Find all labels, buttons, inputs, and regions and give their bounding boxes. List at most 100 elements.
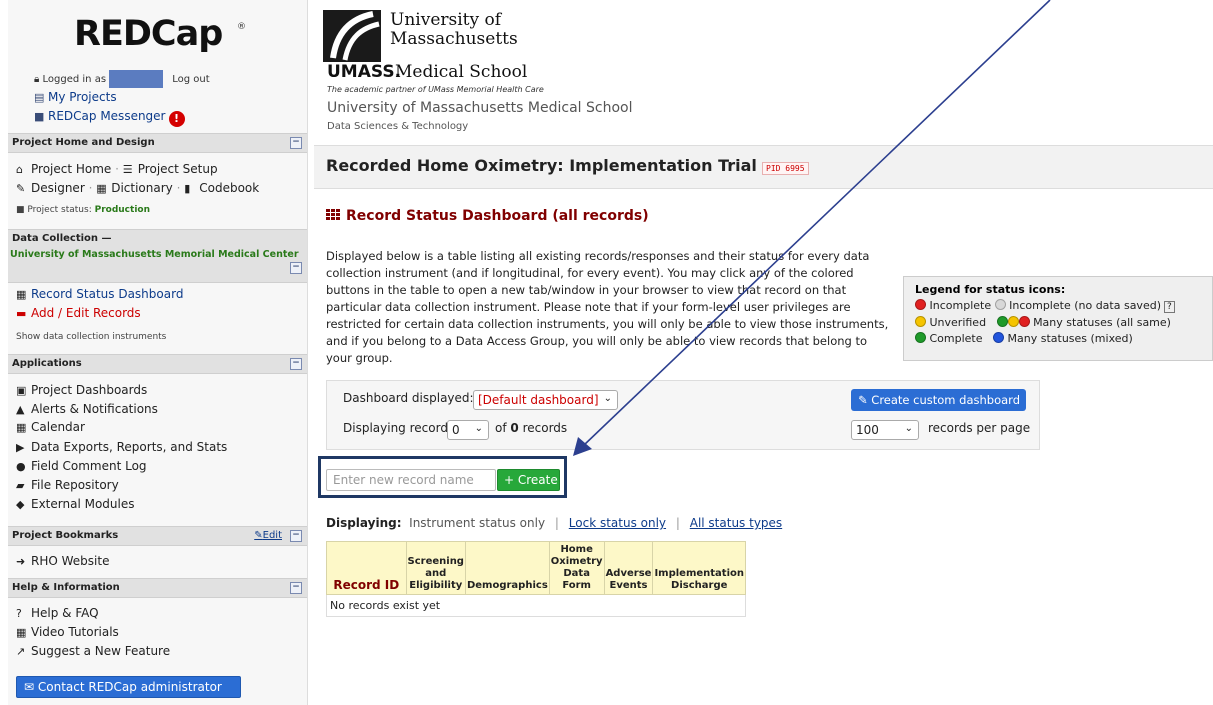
app-item-field-comment-log[interactable]: ● Field Comment Log xyxy=(16,459,147,473)
calendar-icon: ▦ xyxy=(16,421,27,434)
legend-row: Unverified Many statuses (all same) xyxy=(915,316,1212,329)
alert-badge-icon: ! xyxy=(168,111,185,127)
edit-icon: ✎ xyxy=(16,182,26,195)
registered-mark: ® xyxy=(237,22,246,32)
collapse-icon[interactable]: − xyxy=(290,262,302,274)
records-per-page-select[interactable]: 100 ⌄ xyxy=(851,420,919,440)
umass-wordmark: UMASS. xyxy=(327,62,402,82)
new-record-input[interactable]: Enter new record name xyxy=(326,469,496,491)
institution-line1: University of xyxy=(390,10,502,30)
status-green-icon xyxy=(915,332,926,343)
app-item-calendar[interactable]: ▦ Calendar xyxy=(16,420,85,434)
col-screening: Screening and Eligibility xyxy=(405,541,466,595)
status-yellow-icon xyxy=(915,316,926,327)
collapse-icon[interactable]: − xyxy=(290,137,302,149)
show-instruments-link[interactable]: Show data collection instruments xyxy=(16,332,166,342)
suggest-feature-link[interactable]: ↗ Suggest a New Feature xyxy=(16,644,170,658)
legend-row: Incomplete Incomplete (no data saved)? xyxy=(915,299,1212,313)
institution-line2: Massachusetts xyxy=(390,29,518,49)
section-applications: Applications − xyxy=(8,354,307,374)
lock-status-only-link[interactable]: Lock status only xyxy=(569,516,666,530)
list-icon: ▤ xyxy=(34,91,45,104)
file-icon: ▬ xyxy=(16,307,27,320)
lock-icon: 🔒︎ xyxy=(34,74,40,85)
status-legend: Legend for status icons: Incomplete Inco… xyxy=(903,276,1213,361)
record-status-table: Record ID Screening and Eligibility Demo… xyxy=(326,541,746,617)
table-row: No records exist yet xyxy=(326,594,746,617)
collapse-icon[interactable]: − xyxy=(290,530,302,542)
project-home-row: ⌂ Project Home · ☰ Project Setup xyxy=(16,162,218,176)
institution-line3: Medical School xyxy=(395,62,528,82)
collapse-icon[interactable]: − xyxy=(290,582,302,594)
project-home-link[interactable]: ⌂ Project Home xyxy=(16,162,111,176)
square-icon: ■ xyxy=(16,205,25,215)
logout-link[interactable]: Log out xyxy=(172,74,209,85)
username-redacted xyxy=(109,70,164,88)
sidebar: REDCap ® 🔒︎ Logged in as Log out ▤ My Pro… xyxy=(8,0,308,705)
designer-link[interactable]: ✎ Designer xyxy=(16,181,85,195)
project-status: ■ Project status: Production xyxy=(16,205,150,215)
help-icon[interactable]: ? xyxy=(1164,301,1175,313)
dictionary-link[interactable]: ▦ Dictionary xyxy=(96,181,173,195)
record-page-select[interactable]: 0 ⌄ xyxy=(447,420,489,440)
my-projects-link[interactable]: ▤ My Projects xyxy=(34,90,117,104)
col-implementation-discharge: Implementation Discharge xyxy=(652,541,746,595)
dashboard-icon: ▣ xyxy=(16,384,27,397)
chevron-down-icon: ⌄ xyxy=(603,393,612,404)
envelope-icon: ✉ xyxy=(24,680,38,694)
film-icon: ▦ xyxy=(16,626,27,639)
messenger-link[interactable]: ■ REDCap Messenger! xyxy=(34,109,185,127)
project-setup-link[interactable]: ☰ Project Setup xyxy=(123,162,218,176)
app-item-external-modules[interactable]: ◆ External Modules xyxy=(16,497,135,511)
app-item-project-dashboards[interactable]: ▣ Project Dashboards xyxy=(16,383,147,397)
status-display-toggle: Displaying: Instrument status only | Loc… xyxy=(326,516,783,530)
institution-tagline: The academic partner of UMass Memorial H… xyxy=(327,85,544,94)
codebook-link[interactable]: ▮ Codebook xyxy=(184,181,259,195)
book-icon: ▮ xyxy=(184,182,191,195)
bookmarks-edit-link[interactable]: ✎Edit xyxy=(254,530,282,541)
app-item-alerts[interactable]: ▲ Alerts & Notifications xyxy=(16,402,158,416)
record-count: of 0 records xyxy=(495,421,568,435)
app-item-data-exports[interactable]: ▶ Data Exports, Reports, and Stats xyxy=(16,440,227,454)
instrument-status-only: Instrument status only xyxy=(409,516,546,530)
pencil-icon: ✎ xyxy=(254,530,263,541)
displaying-record-label: Displaying record xyxy=(343,421,448,435)
contact-admin-button[interactable]: ✉ Contact REDCap administrator xyxy=(16,676,241,698)
bell-icon: ▲ xyxy=(16,403,25,416)
all-status-types-link[interactable]: All status types xyxy=(690,516,782,530)
status-red-icon xyxy=(1018,316,1030,327)
legend-row: Complete Many statuses (mixed) xyxy=(915,332,1212,345)
create-custom-dashboard-button[interactable]: ✎ Create custom dashboard xyxy=(851,389,1026,411)
chevron-down-icon: ⌄ xyxy=(904,423,913,434)
sign-in-icon: ➜ xyxy=(16,555,26,568)
legend-title: Legend for status icons: xyxy=(915,283,1066,296)
chevron-down-icon: ⌄ xyxy=(474,423,483,434)
section-help: Help & Information − xyxy=(8,578,307,598)
col-record-id[interactable]: Record ID xyxy=(326,541,407,595)
add-edit-records-link[interactable]: ▬ Add / Edit Records xyxy=(16,306,141,320)
table-header-row: Record ID Screening and Eligibility Demo… xyxy=(326,541,746,595)
pid-badge: PID 6995 xyxy=(762,162,809,175)
video-tutorials-link[interactable]: ▦ Video Tutorials xyxy=(16,625,119,639)
bookmark-rho-website[interactable]: ➜ RHO Website xyxy=(16,554,109,568)
chat-icon: ■ xyxy=(34,110,45,123)
create-record-button[interactable]: + Create xyxy=(497,469,560,491)
comments-icon: ● xyxy=(16,460,26,473)
project-title: Recorded Home Oximetry: Implementation T… xyxy=(326,156,757,175)
status-yellow-icon xyxy=(1007,316,1019,327)
redcap-logo[interactable]: REDCap xyxy=(74,14,223,54)
tasks-icon: ☰ xyxy=(122,163,133,176)
collapse-icon[interactable]: − xyxy=(290,358,302,370)
status-green-icon xyxy=(996,316,1008,327)
dashboard-displayed-label: Dashboard displayed: xyxy=(343,391,474,405)
institution-dept: Data Sciences & Technology xyxy=(327,121,469,132)
logged-in-label: Logged in as xyxy=(42,74,107,85)
data-collection-org: University of Massachusetts Memorial Med… xyxy=(10,249,299,260)
help-faq-link[interactable]: ? Help & FAQ xyxy=(16,606,99,620)
dashboard-select[interactable]: [Default dashboard] ⌄ xyxy=(473,390,618,410)
share-icon: ↗ xyxy=(16,645,26,658)
plus-icon: + xyxy=(504,473,518,487)
app-item-file-repository[interactable]: ▰ File Repository xyxy=(16,478,119,492)
export-icon: ▶ xyxy=(16,441,25,454)
record-status-dashboard-link[interactable]: ▦ Record Status Dashboard xyxy=(16,287,183,301)
